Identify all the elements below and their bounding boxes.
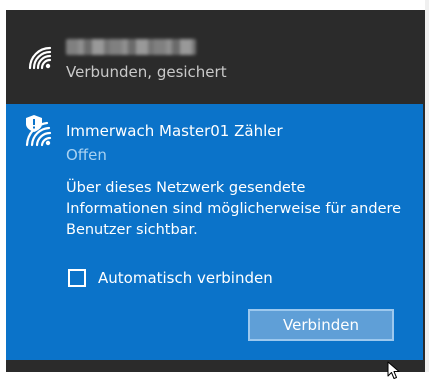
wifi-warning-icon — [25, 115, 52, 147]
network-item-connected[interactable]: Verbunden, gesichert — [6, 10, 423, 114]
connect-button[interactable]: Verbinden — [248, 309, 394, 341]
warning-line: Informationen sind möglicherweise für an… — [66, 201, 402, 217]
network-status-label: Verbunden, gesichert — [66, 63, 227, 81]
warning-line: Über dieses Netzwerk gesendete — [66, 180, 306, 196]
security-status-label: Offen — [66, 146, 107, 164]
network-name-redacted — [66, 39, 196, 55]
network-flyout: Verbunden, gesichert Immerwach Master01 … — [0, 0, 429, 372]
auto-connect-checkbox[interactable] — [68, 269, 86, 287]
wifi-icon — [28, 46, 52, 70]
network-item-selected[interactable]: Immerwach Master01 Zähler Offen Über die… — [6, 104, 423, 360]
network-name: Immerwach Master01 Zähler — [66, 122, 283, 140]
auto-connect-option[interactable]: Automatisch verbinden — [68, 266, 273, 290]
auto-connect-label: Automatisch verbinden — [98, 269, 273, 287]
flyout-bottom-edge — [6, 360, 423, 372]
flyout-right-edge — [425, 0, 429, 372]
warning-line: Benutzer sichtbar. — [66, 222, 198, 238]
security-warning-text: Über dieses Netzwerk gesendete Informati… — [66, 178, 416, 241]
flyout-top-edge — [0, 0, 429, 10]
